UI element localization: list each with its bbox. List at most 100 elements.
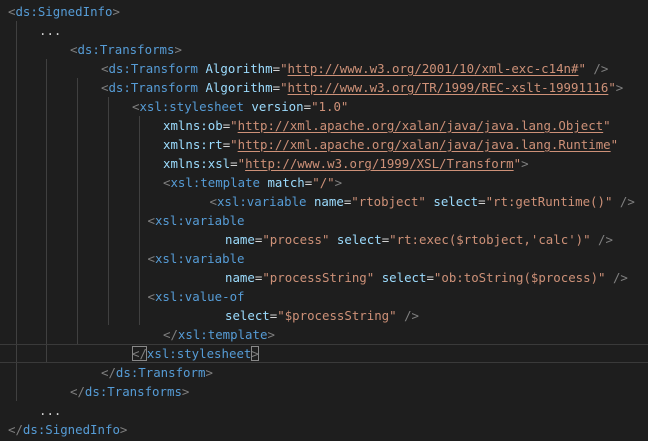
tag-name: xsl:variable — [154, 251, 245, 266]
attribute-name: name — [313, 194, 344, 209]
attribute-name: Algorithm — [205, 61, 273, 76]
code-content: </ds:Transform> — [101, 363, 213, 382]
string-value: "ob:toString($process)" — [433, 270, 606, 285]
plain-text — [606, 270, 613, 285]
string-value: "process" — [262, 232, 330, 247]
plain-text: ... — [39, 23, 62, 38]
code-content: <xsl:variable name="rtobject" select="rt… — [210, 192, 635, 211]
punctuation: /> — [612, 270, 628, 285]
code-content: <ds:SignedInfo> — [8, 2, 120, 21]
punctuation: </ — [163, 327, 178, 342]
tag-name: ds:SignedInfo — [22, 422, 120, 437]
url-link[interactable]: http://xml.apache.org/xalan/java/java.la… — [238, 118, 604, 133]
string-value: " — [280, 80, 288, 95]
tag-name: xsl:template — [170, 175, 260, 190]
code-content: name="process" select="rt:exec($rtobject… — [225, 230, 613, 249]
code-content: select="$processString" /> — [225, 306, 419, 325]
code-content: xmlns:rt="http://xml.apache.org/xalan/ja… — [163, 135, 618, 154]
string-value: "rt:getRuntime()" — [485, 194, 613, 209]
punctuation: </ — [101, 365, 116, 380]
url-link[interactable]: http://xml.apache.org/xalan/java/java.la… — [238, 137, 611, 152]
attribute-name: name — [225, 270, 255, 285]
indent-guide — [108, 97, 109, 325]
punctuation: > — [112, 4, 120, 19]
string-value: "1.0" — [311, 99, 349, 114]
attribute-name: name — [225, 232, 255, 247]
string-value: " — [237, 156, 246, 171]
punctuation: > — [615, 80, 624, 95]
url-link[interactable]: http://www.w3.org/1999/XSL/Transform — [245, 156, 514, 171]
string-value: " — [513, 156, 522, 171]
punctuation: > — [205, 365, 213, 380]
string-value: " — [610, 137, 619, 152]
string-value: " — [230, 118, 238, 133]
punctuation: > — [267, 327, 275, 342]
code-content: <xsl:template match="/"> — [163, 173, 342, 192]
indent-guide — [46, 59, 47, 363]
equals-sign: = — [303, 99, 312, 114]
tag-name: ds:Transform — [108, 61, 198, 76]
code-content: <xsl:value-of — [148, 287, 245, 306]
code-content: <xsl:variable — [148, 249, 245, 268]
code-content: ... — [39, 401, 61, 420]
code-editor[interactable]: <ds:SignedInfo>... <ds:Transforms> <ds:Tra… — [0, 0, 648, 441]
indent-guide — [77, 78, 78, 344]
punctuation: > — [251, 346, 259, 361]
plain-text — [374, 270, 381, 285]
code-content: <xsl:stylesheet version="1.0" — [132, 97, 348, 116]
code-content: </ds:Transforms> — [70, 382, 189, 401]
punctuation: > — [119, 422, 128, 437]
code-line-current[interactable]: </xsl:stylesheet> — [0, 344, 648, 363]
tag-name: ds:SignedInfo — [15, 4, 113, 19]
tag-name: xsl:template — [177, 327, 268, 342]
punctuation: /> — [598, 232, 613, 247]
punctuation: < — [147, 251, 155, 266]
punctuation: > — [334, 175, 343, 190]
code-content: <ds:Transform Algorithm="http://www.w3.o… — [101, 59, 608, 78]
tag-name: ds:Transforms — [77, 42, 175, 57]
tag-name: ds:Transform — [115, 365, 206, 380]
punctuation: /> — [404, 308, 419, 323]
url-link[interactable]: http://www.w3.org/2001/10/xml-exc-c14n# — [288, 61, 579, 76]
punctuation: < — [209, 194, 217, 209]
punctuation: </ — [70, 384, 85, 399]
attribute-name: select — [433, 194, 479, 209]
string-value: " — [608, 80, 616, 95]
string-value: "rt:exec($rtobject,'calc')" — [389, 232, 591, 247]
punctuation: > — [181, 384, 190, 399]
string-value: "$processString" — [277, 308, 397, 323]
tag-name: ds:Transform — [108, 80, 198, 95]
punctuation: /> — [593, 61, 609, 76]
attribute-name: xmlns:xsl — [163, 156, 231, 171]
string-value: "rtobject" — [351, 194, 426, 209]
equals-sign: = — [478, 194, 486, 209]
equals-sign: = — [426, 270, 434, 285]
equals-sign: = — [230, 156, 238, 171]
punctuation: /> — [619, 194, 635, 209]
attribute-name: match — [267, 175, 305, 190]
attribute-name: select — [225, 308, 270, 323]
plain-text — [329, 232, 336, 247]
url-link[interactable]: http://www.w3.org/TR/1999/REC-xslt-19991… — [288, 80, 609, 95]
tag-name: ds:Transforms — [84, 384, 182, 399]
punctuation: < — [147, 213, 155, 228]
attribute-name: select — [336, 232, 382, 247]
code-content: xmlns:xsl="http://www.w3.org/1999/XSL/Tr… — [163, 154, 529, 173]
punctuation: > — [521, 156, 529, 171]
string-value: " — [578, 61, 586, 76]
punctuation: < — [147, 289, 155, 304]
punctuation: </ — [132, 346, 147, 361]
tag-name: xsl:stylesheet — [146, 346, 252, 361]
plain-text — [612, 194, 619, 209]
attribute-name: select — [381, 270, 427, 285]
string-value: " — [280, 61, 288, 76]
code-content: <ds:Transform Algorithm="http://www.w3.o… — [101, 78, 623, 97]
attribute-name: version — [251, 99, 304, 114]
code-content: </xsl:stylesheet> — [132, 345, 259, 362]
string-value: " — [603, 118, 611, 133]
indent-guide — [139, 116, 140, 325]
string-value: "/" — [312, 175, 335, 190]
code-content: </xsl:template> — [163, 325, 275, 344]
equals-sign: = — [272, 80, 281, 95]
plain-text: ... — [39, 403, 62, 418]
